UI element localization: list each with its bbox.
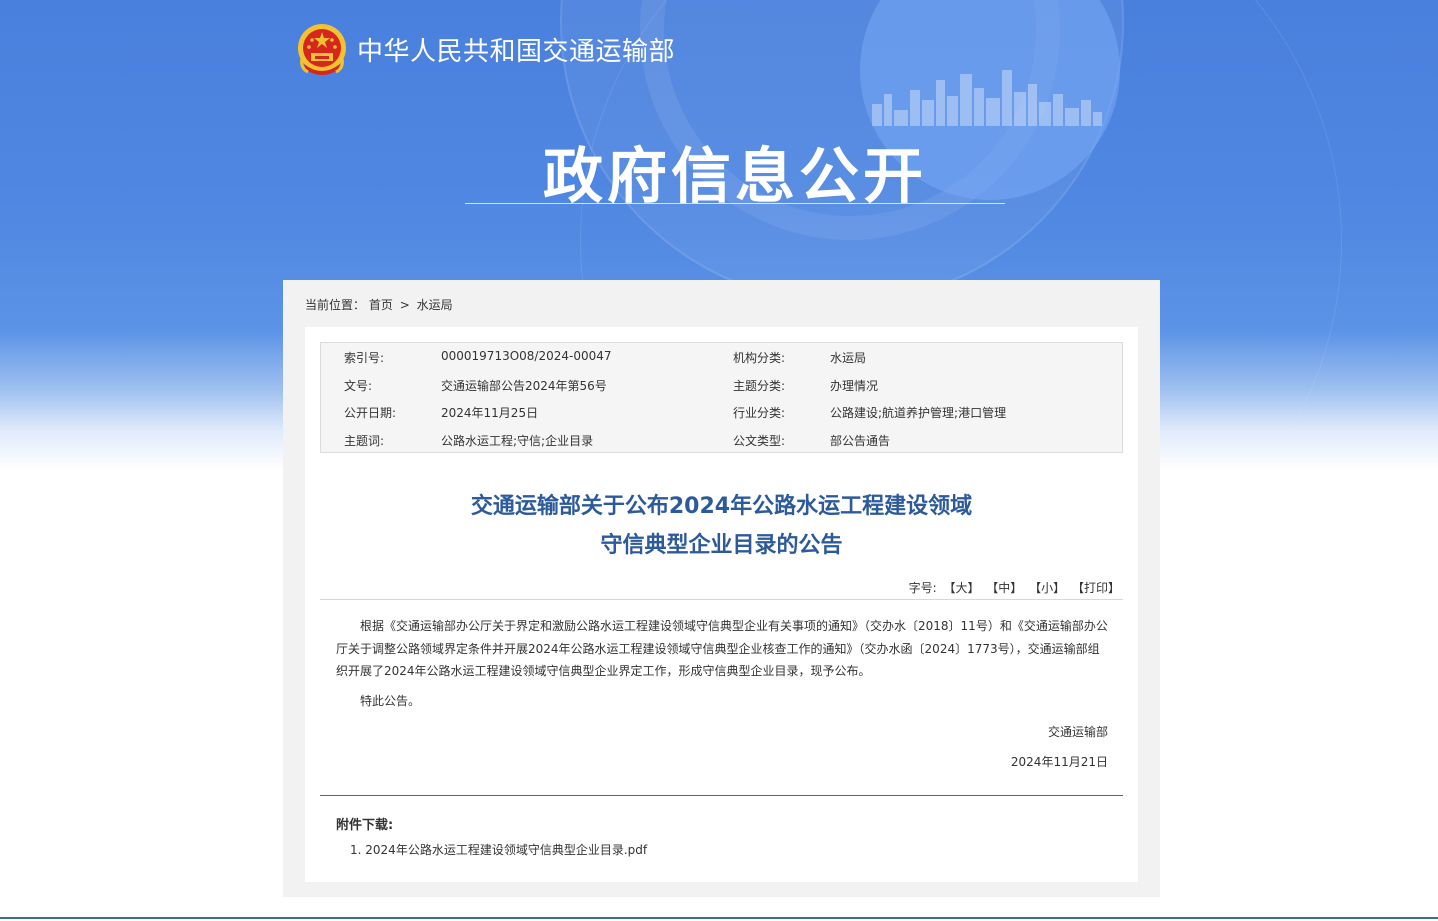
divider [320,795,1123,796]
font-size-controls: 字号: 【大】 【中】 【小】 【打印】 [909,579,1120,596]
meta-label: 公文类型: [733,434,786,448]
meta-value: 水运局 [830,351,867,365]
font-small-button[interactable]: 【小】 [1029,581,1065,595]
meta-label: 主题分类: [733,379,786,393]
meta-label: 行业分类: [733,406,786,420]
print-button[interactable]: 【打印】 [1072,581,1120,595]
title-underline [465,203,1005,204]
site-title[interactable]: 中华人民共和国交通运输部 [357,31,675,68]
document-title: 交通运输部关于公布2024年公路水运工程建设领域 守信典型企业目录的公告 [305,487,1138,565]
section-title: 政府信息公开 [543,142,927,212]
meta-label: 主题词: [344,434,385,448]
signature-date: 2024年11月21日 [1010,755,1108,769]
meta-label: 公开日期: [344,406,397,420]
meta-value: 公路水运工程;守信;企业目录 [441,434,594,448]
city-skyline-icon [872,70,1102,126]
signature: 交通运输部 [1047,725,1108,739]
meta-value: 000019713O08/2024-00047 [441,349,612,363]
meta-row: 索引号: 000019713O08/2024-00047 机构分类: 水运局 [321,349,1122,369]
meta-row: 公开日期: 2024年11月25日 行业分类: 公路建设;航道养护管理;港口管理 [321,404,1122,424]
document-body: 根据《交通运输部办公厅关于界定和激励公路水运工程建设领域守信典型企业有关事项的通… [336,615,1108,712]
attachments-title: 附件下载: [336,818,394,833]
meta-label: 索引号: [344,351,385,365]
meta-label: 机构分类: [733,351,786,365]
attachment-link[interactable]: 1. 2024年公路水运工程建设领域守信典型企业目录.pdf [350,841,647,858]
document-title-line: 交通运输部关于公布2024年公路水运工程建设领域 [470,494,973,519]
meta-value: 2024年11月25日 [441,406,539,420]
body-paragraph: 根据《交通运输部办公厅关于界定和激励公路水运工程建设领域守信典型企业有关事项的通… [336,619,1108,678]
font-size-label: 字号: [908,581,937,595]
meta-value: 公路建设;航道养护管理;港口管理 [830,406,1007,420]
main-content: 当前位置： 首页 > 水运局 索引号: 000019713O08/2024-00… [283,280,1160,897]
document-title-line: 守信典型企业目录的公告 [600,533,843,558]
body-paragraph: 特此公告。 [360,693,421,708]
breadcrumb-prefix: 当前位置： [305,298,366,312]
meta-label: 文号: [344,379,373,393]
breadcrumb-current-link[interactable]: 水运局 [417,298,453,312]
meta-value: 交通运输部公告2024年第56号 [441,379,607,393]
document-meta-table: 索引号: 000019713O08/2024-00047 机构分类: 水运局 文… [320,342,1123,453]
divider [320,599,1123,600]
attachment-index: 1. [350,843,362,857]
font-medium-button[interactable]: 【中】 [986,581,1022,595]
breadcrumb-separator: > [399,298,410,312]
breadcrumb-home-link[interactable]: 首页 [369,298,393,312]
attachment-name[interactable]: 2024年公路水运工程建设领域守信典型企业目录.pdf [365,843,647,857]
meta-value: 办理情况 [830,379,879,393]
national-emblem-icon [298,24,346,75]
meta-value: 部公告通告 [830,434,891,448]
article-card: 索引号: 000019713O08/2024-00047 机构分类: 水运局 文… [305,327,1138,882]
font-large-button[interactable]: 【大】 [943,581,979,595]
meta-row: 文号: 交通运输部公告2024年第56号 主题分类: 办理情况 [321,377,1122,397]
breadcrumb: 当前位置： 首页 > 水运局 [305,296,453,313]
meta-row: 主题词: 公路水运工程;守信;企业目录 公文类型: 部公告通告 [321,432,1122,452]
footer-divider [0,917,1438,919]
